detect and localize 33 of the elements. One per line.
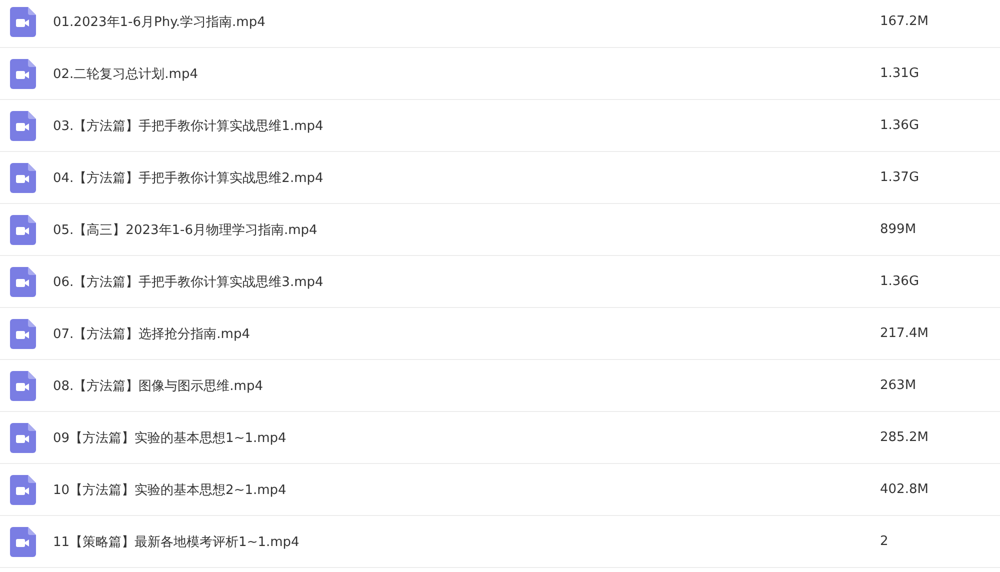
file-size: 1.36G bbox=[880, 274, 920, 289]
file-size: 899M bbox=[880, 222, 916, 237]
file-name[interactable]: 09【方法篇】实验的基本思想1~1.mp4 bbox=[53, 428, 880, 446]
video-file-icon bbox=[10, 162, 36, 192]
file-name[interactable]: 04.【方法篇】手把手教你计算实战思维2.mp4 bbox=[53, 168, 880, 186]
video-file-icon bbox=[10, 110, 36, 140]
video-file-icon bbox=[10, 474, 36, 504]
file-size: 1.36G bbox=[880, 118, 920, 133]
file-size: 285.2M bbox=[880, 430, 928, 445]
video-file-icon bbox=[10, 526, 36, 556]
file-size: 217.4M bbox=[880, 326, 928, 341]
file-name[interactable]: 10【方法篇】实验的基本思想2~1.mp4 bbox=[53, 480, 880, 498]
file-size: 167.2M bbox=[880, 14, 928, 29]
video-file-icon bbox=[10, 318, 36, 348]
video-file-icon bbox=[10, 422, 36, 452]
file-name[interactable]: 03.【方法篇】手把手教你计算实战思维1.mp4 bbox=[53, 116, 880, 134]
file-size: 402.8M bbox=[880, 482, 928, 497]
file-name[interactable]: 11【策略篇】最新各地模考评析1~1.mp4 bbox=[53, 532, 880, 550]
file-size: 1.31G bbox=[880, 66, 920, 81]
video-file-icon bbox=[10, 58, 36, 88]
file-name[interactable]: 05.【高三】2023年1-6月物理学习指南.mp4 bbox=[53, 220, 880, 238]
video-file-icon bbox=[10, 266, 36, 296]
file-size: 1.37G bbox=[880, 170, 920, 185]
file-name[interactable]: 07.【方法篇】选择抢分指南.mp4 bbox=[53, 324, 880, 342]
video-file-icon bbox=[10, 214, 36, 244]
file-size: 263M bbox=[880, 378, 916, 393]
file-size: 2 bbox=[880, 534, 888, 549]
file-name[interactable]: 08.【方法篇】图像与图示思维.mp4 bbox=[53, 376, 880, 394]
file-name[interactable]: 02.二轮复习总计划.mp4 bbox=[53, 64, 880, 82]
file-name[interactable]: 06.【方法篇】手把手教你计算实战思维3.mp4 bbox=[53, 272, 880, 290]
file-name[interactable]: 01.2023年1-6月Phy.学习指南.mp4 bbox=[53, 12, 880, 30]
video-file-icon bbox=[10, 6, 36, 36]
video-file-icon bbox=[10, 370, 36, 400]
